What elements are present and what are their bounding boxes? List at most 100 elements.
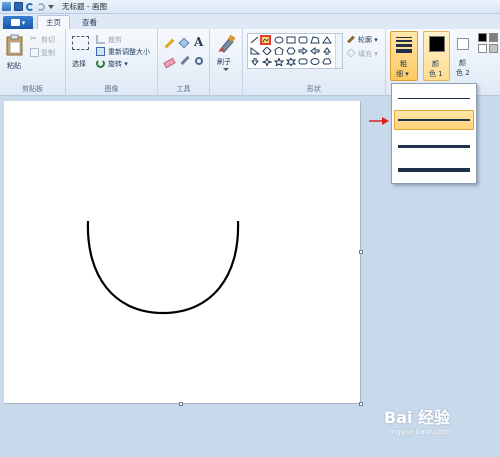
clipboard-group-label: 剪贴板 [22, 85, 43, 93]
title-bar: 无标题 - 画图 [0, 0, 500, 14]
color1-label-line2: 色 1 [429, 70, 443, 78]
line-width-icon [396, 37, 412, 53]
cut-button[interactable]: ✂ 剪切 [30, 34, 64, 45]
size-dropdown [391, 83, 477, 184]
color1-label-line1: 颜 [432, 60, 439, 68]
paste-icon [6, 34, 23, 56]
resize-button[interactable]: 重新调整大小 [96, 47, 156, 57]
fill-label: 填充 ▾ [358, 50, 378, 58]
shapes-scroll[interactable] [335, 34, 342, 68]
six-point-star-shape-icon[interactable] [285, 57, 296, 67]
crop-label: 裁剪 [108, 36, 122, 44]
brushes-button[interactable]: 刷子 [213, 33, 240, 79]
pencil-icon[interactable] [164, 38, 175, 49]
eraser-icon[interactable] [163, 57, 176, 69]
annotation-arrow-icon [369, 117, 389, 125]
color-picker-icon[interactable] [180, 55, 190, 66]
curve-shape-icon[interactable] [260, 35, 271, 45]
left-arrow-shape-icon[interactable] [309, 46, 320, 56]
right-arrow-shape-icon[interactable] [297, 46, 308, 56]
copy-label: 复制 [41, 49, 55, 57]
drawn-curve [86, 220, 240, 315]
outline-label: 轮廓 ▾ [358, 36, 378, 44]
outline-icon [347, 35, 355, 44]
palette-swatch-white[interactable] [478, 44, 487, 53]
watermark-url: jingyan.baidu.com [388, 428, 453, 436]
outline-button[interactable]: 轮廓 ▾ [347, 35, 385, 45]
color1-swatch [429, 36, 445, 52]
select-button[interactable]: 选择 [70, 33, 92, 77]
file-menu-tab[interactable]: ▾ [3, 16, 33, 29]
size-button[interactable]: 粗 细 ▾ [390, 31, 418, 81]
tab-view[interactable]: 查看 [74, 15, 105, 29]
right-triangle-shape-icon[interactable] [249, 46, 260, 56]
fill-button[interactable]: 填充 ▾ [346, 48, 385, 59]
size-line [398, 144, 470, 148]
ribbon-tabs: ▾ 主页 查看 [0, 14, 500, 29]
size-option-8px[interactable] [394, 160, 474, 180]
rotate-button[interactable]: 旋转 ▾ [96, 59, 156, 69]
four-point-star-shape-icon[interactable] [261, 57, 272, 67]
hexagon-shape-icon[interactable] [285, 46, 296, 56]
magnifier-icon[interactable] [195, 57, 203, 65]
down-arrow-shape-icon[interactable] [249, 57, 260, 67]
text-tool-icon[interactable]: A [194, 35, 203, 49]
fill-bucket-icon[interactable] [178, 37, 190, 49]
size-line [398, 97, 470, 99]
color1-button[interactable]: 颜 色 1 [423, 31, 450, 81]
palette-swatch-light-gray[interactable] [489, 44, 498, 53]
canvas-resize-handle-bottom[interactable] [179, 402, 183, 406]
shapes-gallery [247, 33, 343, 69]
rotate-icon [96, 59, 105, 68]
size-option-1px[interactable] [394, 88, 474, 108]
redo-icon[interactable] [37, 2, 45, 11]
oval-shape-icon[interactable] [273, 35, 284, 45]
five-point-star-shape-icon[interactable] [273, 57, 284, 67]
size-option-5px[interactable] [394, 136, 474, 156]
size-option-3px[interactable] [394, 110, 474, 130]
brushes-group: 刷子 [210, 29, 243, 96]
diamond-shape-icon[interactable] [261, 46, 272, 56]
paste-button[interactable]: 粘贴 [4, 33, 26, 77]
up-arrow-shape-icon[interactable] [321, 46, 332, 56]
rotate-label: 旋转 ▾ [108, 60, 128, 68]
copy-button[interactable]: 复制 [30, 48, 64, 58]
file-menu-arrow: ▾ [21, 18, 26, 27]
drawing-canvas[interactable] [4, 101, 361, 404]
palette-swatch-black[interactable] [478, 33, 487, 42]
rounded-rectangle-shape-icon[interactable] [297, 35, 308, 45]
tab-home[interactable]: 主页 [37, 15, 70, 29]
undo-icon[interactable] [26, 2, 34, 11]
crop-button[interactable]: 裁剪 [96, 35, 156, 45]
color2-label-line1: 颜 [459, 59, 466, 67]
palette-swatch-gray[interactable] [489, 33, 498, 42]
oval-callout-shape-icon[interactable] [309, 57, 320, 67]
rounded-callout-shape-icon[interactable] [297, 57, 308, 67]
crop-icon [96, 35, 105, 44]
scissors-icon: ✂ [30, 34, 37, 43]
size-label-line1: 粗 [400, 60, 407, 68]
resize-icon [96, 47, 105, 56]
size-line [398, 119, 470, 121]
customize-qat-icon[interactable] [48, 4, 54, 11]
file-menu-icon [10, 19, 20, 26]
brushes-label: 刷子 [217, 58, 231, 66]
triangle-shape-icon[interactable] [321, 35, 332, 45]
color2-button[interactable]: 颜 色 2 [452, 31, 476, 81]
cloud-callout-shape-icon[interactable] [321, 57, 332, 67]
size-label-line2: 细 ▾ [396, 70, 409, 78]
canvas-resize-handle-right[interactable] [359, 250, 363, 254]
polygon-shape-icon[interactable] [309, 35, 320, 45]
pentagon-shape-icon[interactable] [273, 46, 284, 56]
line-shape-icon[interactable] [249, 35, 260, 45]
image-group-label: 图像 [104, 85, 119, 93]
save-icon[interactable] [14, 2, 23, 11]
select-label: 选择 [72, 60, 86, 68]
canvas-resize-handle-corner[interactable] [359, 402, 363, 406]
paint-app-icon [2, 2, 11, 11]
color-palette [478, 33, 500, 73]
brush-icon [218, 34, 236, 53]
rectangle-shape-icon[interactable] [285, 35, 296, 45]
select-icon [72, 36, 89, 50]
size-line [398, 168, 470, 172]
